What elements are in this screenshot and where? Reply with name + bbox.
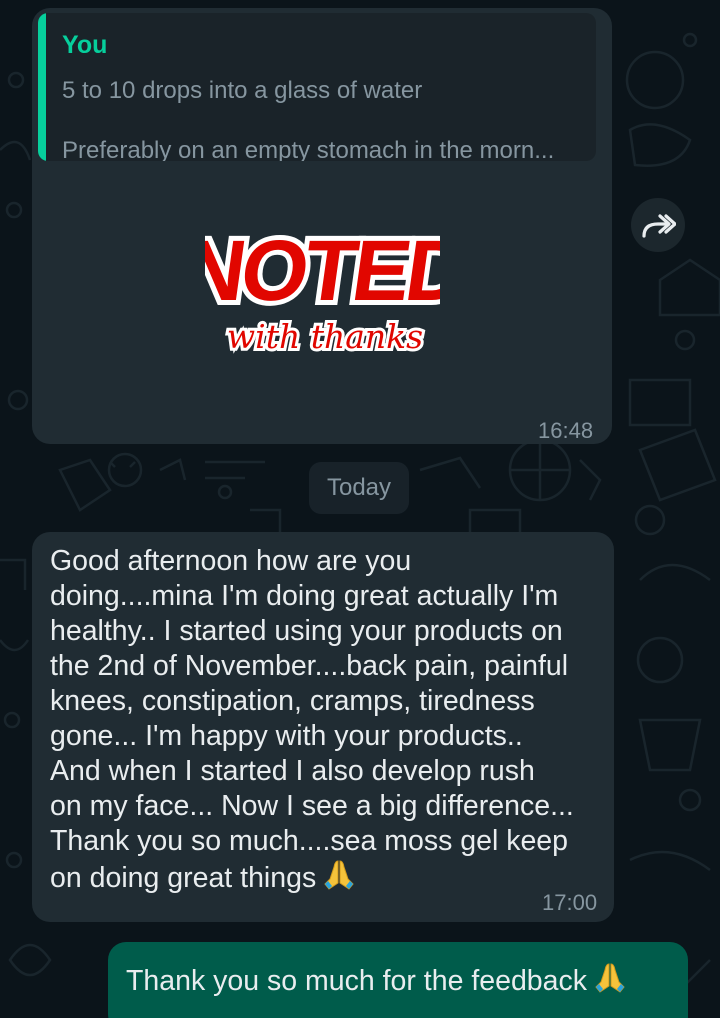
forward-button[interactable]: [631, 198, 685, 252]
sticker-title: NOTED: [205, 223, 440, 319]
forward-arrow-icon: [642, 214, 676, 238]
noted-with-thanks-sticker[interactable]: NOTED with thanks: [205, 222, 440, 362]
incoming-message-bubble[interactable]: Good afternoon how are you doing....mina…: [32, 532, 614, 922]
incoming-message-body: Good afternoon how are you doing....mina…: [50, 545, 574, 894]
outgoing-message-text: Thank you so much for the feedback: [126, 962, 625, 1002]
folded-hands-icon: [595, 962, 625, 1002]
quoted-message[interactable]: You 5 to 10 drops into a glass of water …: [38, 13, 596, 161]
outgoing-message-body: Thank you so much for the feedback: [126, 965, 588, 997]
quote-accent-bar: [38, 13, 46, 161]
incoming-message-text: Good afternoon how are you doing....mina…: [50, 544, 600, 900]
outgoing-message-bubble[interactable]: Thank you so much for the feedback: [108, 942, 688, 1018]
quote-line-2: Preferably on an empty stomach in the mo…: [62, 137, 555, 161]
folded-hands-icon: [324, 859, 354, 900]
chat-screen: You 5 to 10 drops into a glass of water …: [0, 0, 720, 1018]
message-time: 16:48: [538, 418, 594, 443]
sticker-subtitle: with thanks: [227, 317, 423, 356]
quote-line-1: 5 to 10 drops into a glass of water: [62, 77, 423, 104]
date-separator: Today: [309, 462, 409, 514]
message-time: 17:00: [542, 890, 598, 915]
quote-author: You: [62, 31, 108, 59]
